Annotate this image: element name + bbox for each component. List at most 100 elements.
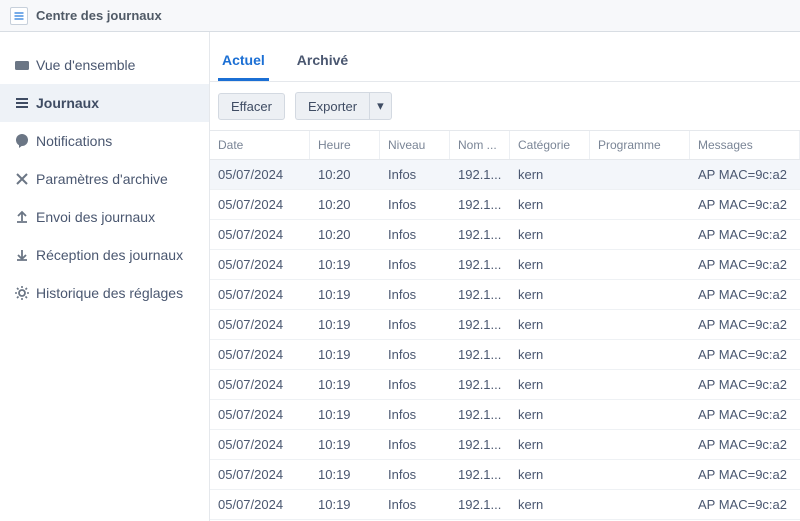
- table-row[interactable]: 05/07/202410:20Infos192.1...kernAP MAC=9…: [210, 190, 800, 220]
- cell: [590, 250, 690, 279]
- cell: Infos: [380, 310, 450, 339]
- tab-current[interactable]: Actuel: [218, 44, 269, 81]
- cell: Infos: [380, 370, 450, 399]
- cell: 10:19: [310, 430, 380, 459]
- cell: 192.1...: [450, 370, 510, 399]
- cell: Infos: [380, 460, 450, 489]
- cell: 192.1...: [450, 220, 510, 249]
- cell: 192.1...: [450, 430, 510, 459]
- cell: Infos: [380, 250, 450, 279]
- cell: 05/07/2024: [210, 160, 310, 189]
- cell: 05/07/2024: [210, 430, 310, 459]
- col-program[interactable]: Programme: [590, 131, 690, 159]
- col-category[interactable]: Catégorie: [510, 131, 590, 159]
- col-host[interactable]: Nom ...: [450, 131, 510, 159]
- sidebar-item-logs[interactable]: Journaux: [0, 84, 209, 122]
- cell: 05/07/2024: [210, 280, 310, 309]
- table-row[interactable]: 05/07/202410:20Infos192.1...kernAP MAC=9…: [210, 220, 800, 250]
- cell: [590, 310, 690, 339]
- sidebar-item-settings-history[interactable]: Historique des réglages: [0, 274, 209, 312]
- cell: kern: [510, 190, 590, 219]
- table-row[interactable]: 05/07/202410:20Infos192.1...kernAP MAC=9…: [210, 160, 800, 190]
- sidebar-item-receive-logs[interactable]: Réception des journaux: [0, 236, 209, 274]
- cell: [590, 220, 690, 249]
- cell: 10:20: [310, 190, 380, 219]
- table-row[interactable]: 05/07/202410:19Infos192.1...kernAP MAC=9…: [210, 490, 800, 520]
- cell: 10:20: [310, 160, 380, 189]
- cell: AP MAC=9c:a2: [690, 340, 800, 369]
- cell: Infos: [380, 490, 450, 519]
- col-date[interactable]: Date: [210, 131, 310, 159]
- cell: AP MAC=9c:a2: [690, 280, 800, 309]
- cell: 05/07/2024: [210, 220, 310, 249]
- table-row[interactable]: 05/07/202410:19Infos192.1...kernAP MAC=9…: [210, 430, 800, 460]
- overview-icon: [14, 57, 36, 73]
- export-split-button: Exporter ▾: [295, 92, 392, 120]
- grid-body[interactable]: 05/07/202410:20Infos192.1...kernAP MAC=9…: [210, 160, 800, 521]
- toolbar: Effacer Exporter ▾: [210, 82, 800, 130]
- cell: 05/07/2024: [210, 190, 310, 219]
- sidebar-item-archive-settings[interactable]: Paramètres d'archive: [0, 160, 209, 198]
- cell: 05/07/2024: [210, 310, 310, 339]
- col-level[interactable]: Niveau: [380, 131, 450, 159]
- cell: kern: [510, 160, 590, 189]
- sidebar: Vue d'ensemble Journaux Notifications Pa…: [0, 32, 210, 521]
- cell: 05/07/2024: [210, 370, 310, 399]
- cell: kern: [510, 280, 590, 309]
- cell: [590, 460, 690, 489]
- export-button[interactable]: Exporter: [295, 92, 369, 120]
- cell: Infos: [380, 340, 450, 369]
- cell: 05/07/2024: [210, 250, 310, 279]
- table-row[interactable]: 05/07/202410:19Infos192.1...kernAP MAC=9…: [210, 460, 800, 490]
- table-row[interactable]: 05/07/202410:19Infos192.1...kernAP MAC=9…: [210, 310, 800, 340]
- table-row[interactable]: 05/07/202410:19Infos192.1...kernAP MAC=9…: [210, 370, 800, 400]
- cell: Infos: [380, 280, 450, 309]
- sidebar-item-label: Réception des journaux: [36, 247, 183, 263]
- app-title: Centre des journaux: [36, 8, 162, 23]
- cell: Infos: [380, 400, 450, 429]
- cell: kern: [510, 460, 590, 489]
- cell: [590, 400, 690, 429]
- clear-button[interactable]: Effacer: [218, 93, 285, 120]
- col-time[interactable]: Heure: [310, 131, 380, 159]
- cell: [590, 280, 690, 309]
- cell: kern: [510, 340, 590, 369]
- tools-icon: [14, 171, 36, 187]
- cell: AP MAC=9c:a2: [690, 490, 800, 519]
- titlebar: Centre des journaux: [0, 0, 800, 32]
- cell: [590, 190, 690, 219]
- table-row[interactable]: 05/07/202410:19Infos192.1...kernAP MAC=9…: [210, 280, 800, 310]
- cell: 10:19: [310, 280, 380, 309]
- col-message[interactable]: Messages: [690, 131, 800, 159]
- tabs: Actuel Archivé: [210, 32, 800, 82]
- cell: 10:19: [310, 400, 380, 429]
- tab-archived[interactable]: Archivé: [293, 44, 352, 81]
- cell: AP MAC=9c:a2: [690, 400, 800, 429]
- export-dropdown-button[interactable]: ▾: [369, 92, 392, 120]
- cell: 05/07/2024: [210, 400, 310, 429]
- cell: 05/07/2024: [210, 460, 310, 489]
- sidebar-item-send-logs[interactable]: Envoi des journaux: [0, 198, 209, 236]
- table-row[interactable]: 05/07/202410:19Infos192.1...kernAP MAC=9…: [210, 400, 800, 430]
- table-row[interactable]: 05/07/202410:19Infos192.1...kernAP MAC=9…: [210, 250, 800, 280]
- upload-icon: [14, 209, 36, 225]
- cell: kern: [510, 220, 590, 249]
- cell: 10:19: [310, 250, 380, 279]
- cell: 192.1...: [450, 400, 510, 429]
- cell: AP MAC=9c:a2: [690, 430, 800, 459]
- cell: Infos: [380, 160, 450, 189]
- sidebar-item-notifications[interactable]: Notifications: [0, 122, 209, 160]
- cell: 192.1...: [450, 310, 510, 339]
- cell: AP MAC=9c:a2: [690, 310, 800, 339]
- cell: 10:19: [310, 490, 380, 519]
- sidebar-item-overview[interactable]: Vue d'ensemble: [0, 46, 209, 84]
- cell: 10:19: [310, 460, 380, 489]
- table-row[interactable]: 05/07/202410:19Infos192.1...kernAP MAC=9…: [210, 340, 800, 370]
- sidebar-item-label: Historique des réglages: [36, 285, 183, 301]
- cell: 05/07/2024: [210, 340, 310, 369]
- cell: [590, 370, 690, 399]
- app-icon: [10, 7, 28, 25]
- sidebar-item-label: Envoi des journaux: [36, 209, 155, 225]
- cell: 192.1...: [450, 190, 510, 219]
- chat-icon: [14, 133, 36, 149]
